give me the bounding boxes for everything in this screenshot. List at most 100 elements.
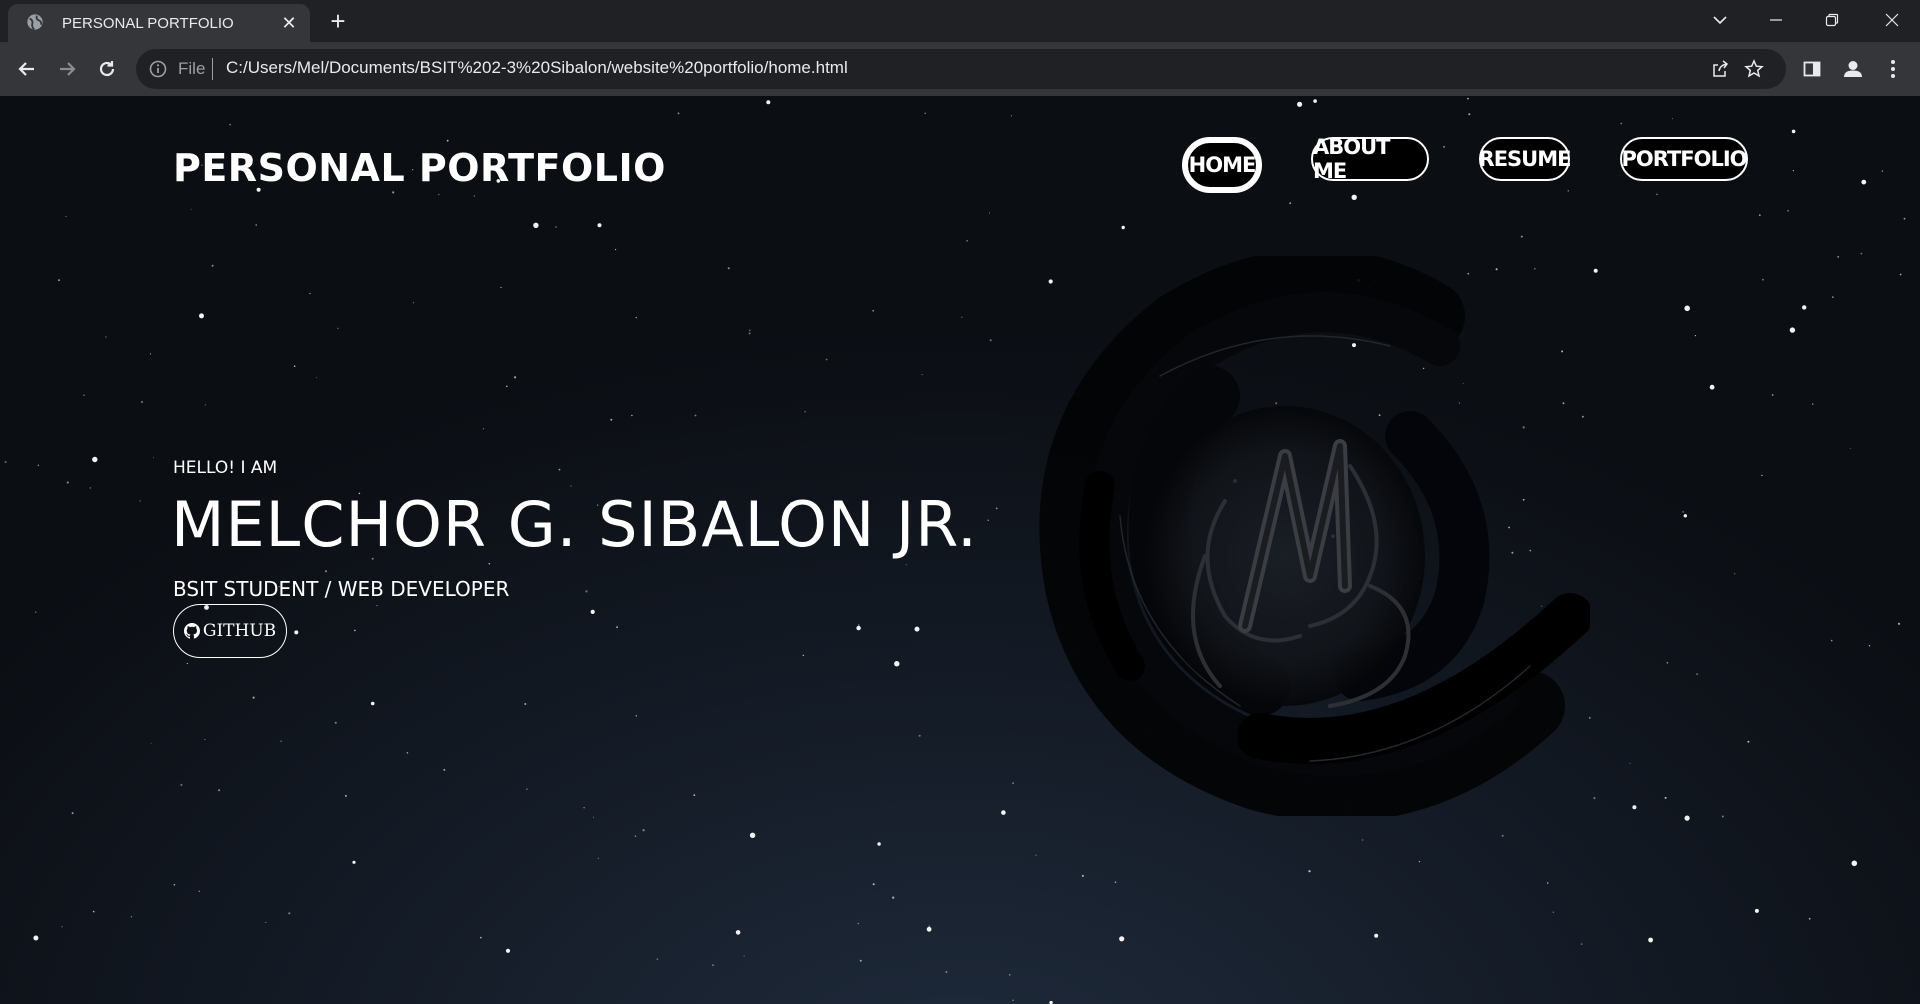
- star: [1903, 217, 1906, 220]
- nav-home-button[interactable]: HOME: [1182, 137, 1262, 193]
- close-icon[interactable]: [1864, 0, 1920, 40]
- star: [505, 948, 511, 953]
- star: [748, 332, 751, 335]
- menu-icon[interactable]: [1879, 55, 1907, 83]
- star: [635, 316, 637, 319]
- restore-icon[interactable]: [1804, 0, 1860, 40]
- star: [988, 212, 990, 214]
- star: [693, 794, 696, 796]
- star: [766, 100, 771, 105]
- star: [1593, 268, 1598, 273]
- star: [1758, 214, 1761, 217]
- star: [1297, 101, 1303, 107]
- star: [1761, 474, 1763, 477]
- star: [354, 629, 356, 632]
- star: [1501, 834, 1504, 837]
- star: [966, 240, 968, 242]
- nav-resume-button[interactable]: RESUME: [1479, 137, 1571, 181]
- star: [631, 414, 633, 417]
- star: [1861, 179, 1867, 185]
- star: [635, 715, 638, 717]
- star: [324, 570, 328, 573]
- star: [615, 248, 617, 251]
- nav-portfolio-button[interactable]: PORTFOLIO: [1620, 137, 1748, 181]
- side-panel-icon[interactable]: [1798, 55, 1826, 83]
- star: [524, 703, 527, 705]
- address-bar[interactable]: File C:/Users/Mel/Documents/BSIT%202-3%2…: [136, 49, 1786, 89]
- star: [204, 404, 206, 406]
- page-viewport: PERSONAL PORTFOLIO HOME ABOUT ME RESUME …: [0, 96, 1920, 1004]
- star: [590, 609, 595, 615]
- star: [1361, 839, 1364, 841]
- star: [92, 910, 95, 913]
- star: [35, 611, 37, 613]
- star: [65, 215, 67, 217]
- star: [1830, 639, 1833, 642]
- address-url[interactable]: C:/Users/Mel/Documents/BSIT%202-3%20Siba…: [226, 58, 848, 78]
- star: [749, 832, 756, 838]
- address-scheme-label: File: [178, 59, 206, 78]
- tab-search-icon[interactable]: [1692, 0, 1748, 40]
- star: [892, 896, 895, 899]
- star: [204, 739, 206, 740]
- star: [1721, 815, 1724, 818]
- forward-icon[interactable]: [49, 51, 85, 87]
- star: [1734, 573, 1736, 575]
- star: [473, 195, 476, 197]
- star: [856, 625, 861, 631]
- minimize-icon[interactable]: [1748, 0, 1804, 40]
- star-icon[interactable]: [1742, 57, 1766, 81]
- star: [558, 468, 561, 471]
- star: [198, 890, 201, 893]
- star: [293, 365, 296, 368]
- site-title[interactable]: PERSONAL PORTFOLIO: [173, 146, 666, 190]
- star: [500, 286, 502, 289]
- star: [642, 829, 645, 832]
- star: [924, 112, 926, 115]
- star: [190, 208, 192, 210]
- browser-tab[interactable]: PERSONAL PORTFOLIO ✕: [8, 4, 310, 42]
- tab-title: PERSONAL PORTFOLIO: [62, 14, 234, 32]
- star: [150, 742, 152, 744]
- star: [961, 316, 963, 318]
- star: [1664, 796, 1667, 799]
- tab-strip: PERSONAL PORTFOLIO ✕ +: [0, 0, 1920, 42]
- github-label: GITHUB: [202, 621, 277, 641]
- star: [252, 696, 255, 699]
- star: [1081, 874, 1084, 877]
- star: [989, 339, 992, 342]
- star: [265, 922, 267, 923]
- star: [130, 916, 133, 918]
- info-icon[interactable]: [148, 59, 168, 79]
- tab-close-icon[interactable]: ✕: [278, 13, 300, 34]
- star: [1374, 933, 1379, 938]
- star: [1443, 145, 1446, 148]
- hero-role: BSIT STUDENT / WEB DEVELOPER: [173, 577, 510, 601]
- star: [872, 883, 875, 886]
- new-tab-button[interactable]: +: [322, 6, 354, 38]
- star: [1684, 815, 1690, 821]
- star: [928, 925, 931, 928]
- star: [748, 329, 751, 332]
- back-icon[interactable]: [9, 51, 45, 87]
- reload-icon[interactable]: [89, 51, 125, 87]
- nav-about-me-button[interactable]: ABOUT ME: [1311, 135, 1429, 183]
- star: [1520, 235, 1523, 238]
- star: [1467, 97, 1469, 100]
- star: [352, 860, 356, 864]
- star: [894, 661, 900, 667]
- star: [677, 112, 680, 115]
- star: [438, 193, 440, 196]
- github-button[interactable]: GITHUB: [173, 604, 287, 658]
- star: [945, 971, 948, 973]
- star: [918, 734, 921, 737]
- star: [1351, 194, 1357, 200]
- star: [1546, 882, 1549, 884]
- share-icon[interactable]: [1708, 57, 1732, 81]
- star: [149, 353, 152, 355]
- star: [1012, 999, 1014, 1001]
- star: [1812, 403, 1814, 405]
- profile-icon[interactable]: [1839, 55, 1867, 83]
- star: [1837, 256, 1840, 258]
- star: [727, 267, 730, 270]
